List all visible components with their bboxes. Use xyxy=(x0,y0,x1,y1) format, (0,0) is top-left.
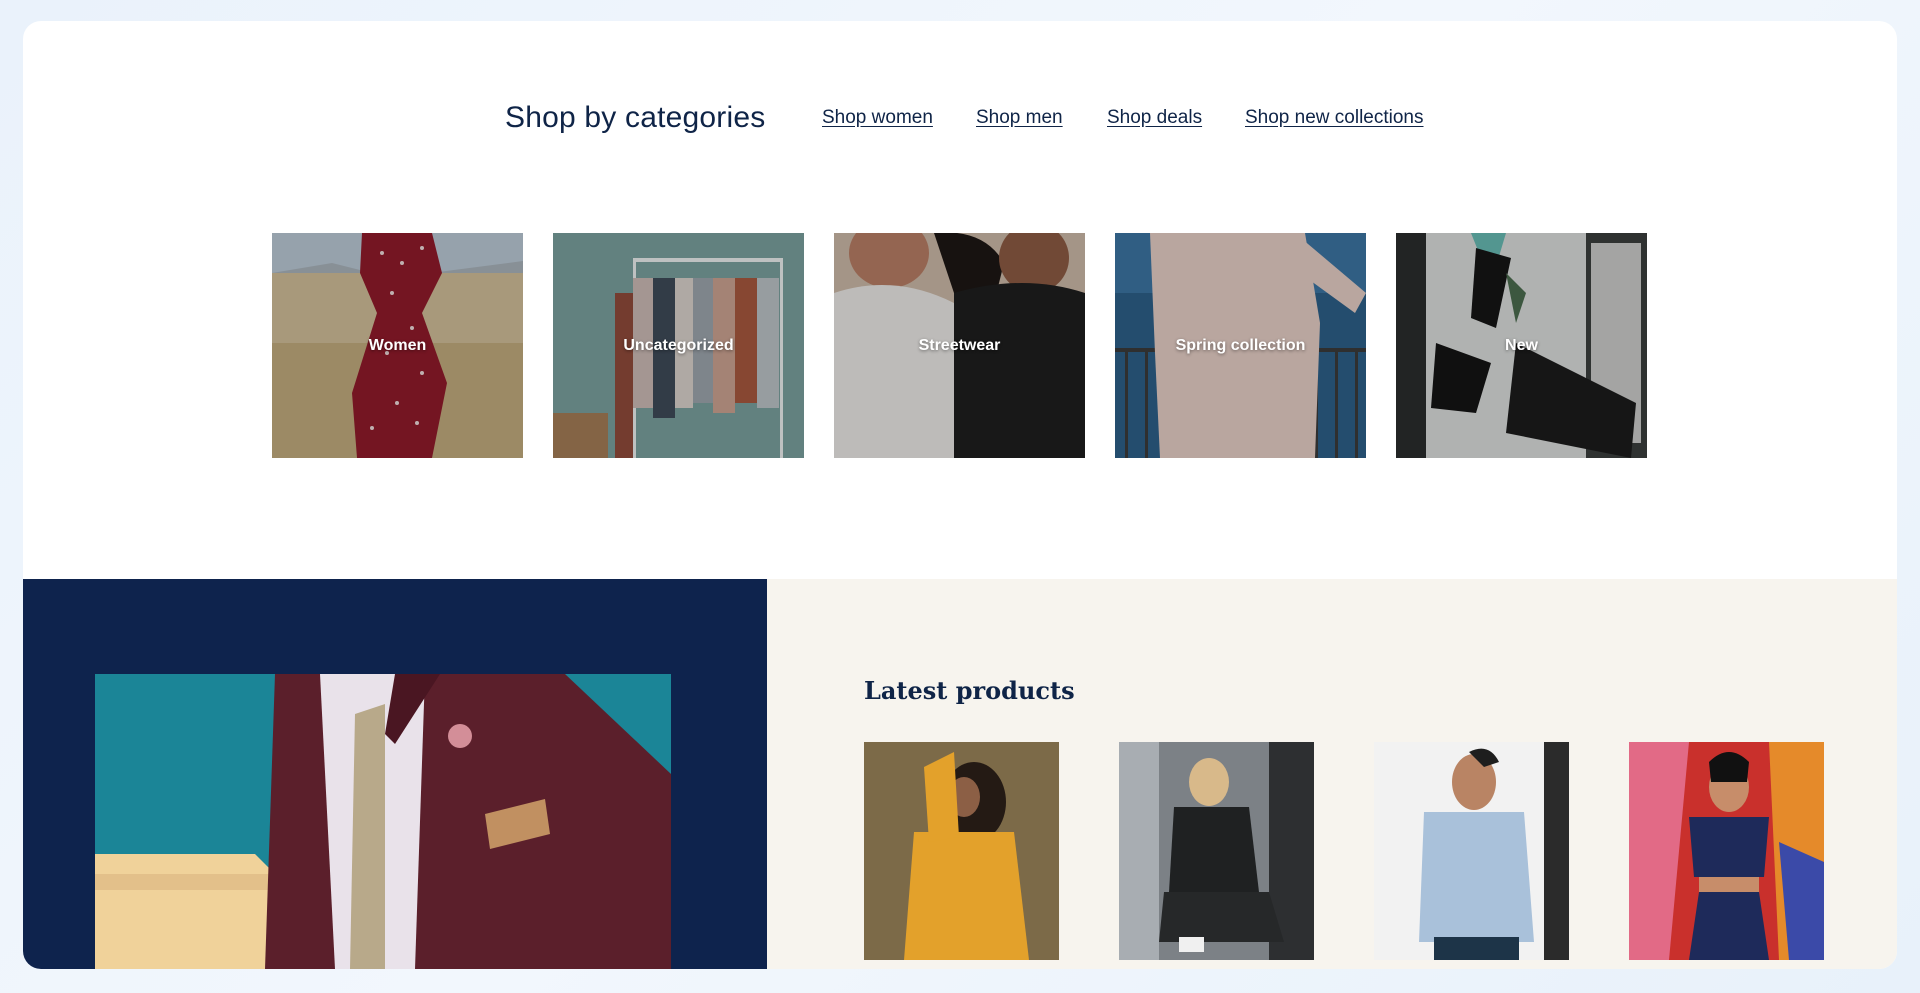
promo-image[interactable] xyxy=(95,674,671,969)
shop-deals-link[interactable]: Shop deals xyxy=(1107,107,1202,129)
product-card-1[interactable] xyxy=(864,742,1059,960)
tile-label-women: Women xyxy=(368,336,427,354)
category-tile-women[interactable]: Women xyxy=(272,233,523,458)
latest-products-heading: Latest products xyxy=(864,676,1075,705)
product-image-black-tracksuit xyxy=(1119,742,1314,960)
categories-heading: Shop by categories xyxy=(505,101,766,134)
tile-label-spring-collection: Spring collection xyxy=(1175,336,1306,354)
category-tile-new[interactable]: New xyxy=(1396,233,1647,458)
suit-image xyxy=(95,674,671,969)
tile-label-uncategorized: Uncategorized xyxy=(623,336,734,354)
latest-products-section: Latest products xyxy=(767,579,1897,969)
category-tiles: Women Uncategorized Streetwear Spring co… xyxy=(272,233,1672,458)
product-image-navy-outfit xyxy=(1629,742,1824,960)
product-image-blue-shirt xyxy=(1374,742,1569,960)
tile-label-new: New xyxy=(1505,336,1538,354)
shop-women-link[interactable]: Shop women xyxy=(822,107,933,129)
promo-panel xyxy=(23,579,767,969)
shop-new-collections-link[interactable]: Shop new collections xyxy=(1245,107,1424,129)
product-card-4[interactable] xyxy=(1629,742,1824,960)
category-tile-uncategorized[interactable]: Uncategorized xyxy=(553,233,804,458)
product-card-3[interactable] xyxy=(1374,742,1569,960)
shop-men-link[interactable]: Shop men xyxy=(976,107,1063,129)
category-tile-streetwear[interactable]: Streetwear xyxy=(834,233,1085,458)
page-frame: Shop by categories Shop women Shop men S… xyxy=(23,21,1897,969)
product-image-yellow-sweater xyxy=(864,742,1059,960)
tile-label-streetwear: Streetwear xyxy=(918,336,1001,354)
product-card-2[interactable] xyxy=(1119,742,1314,960)
category-tile-spring-collection[interactable]: Spring collection xyxy=(1115,233,1366,458)
